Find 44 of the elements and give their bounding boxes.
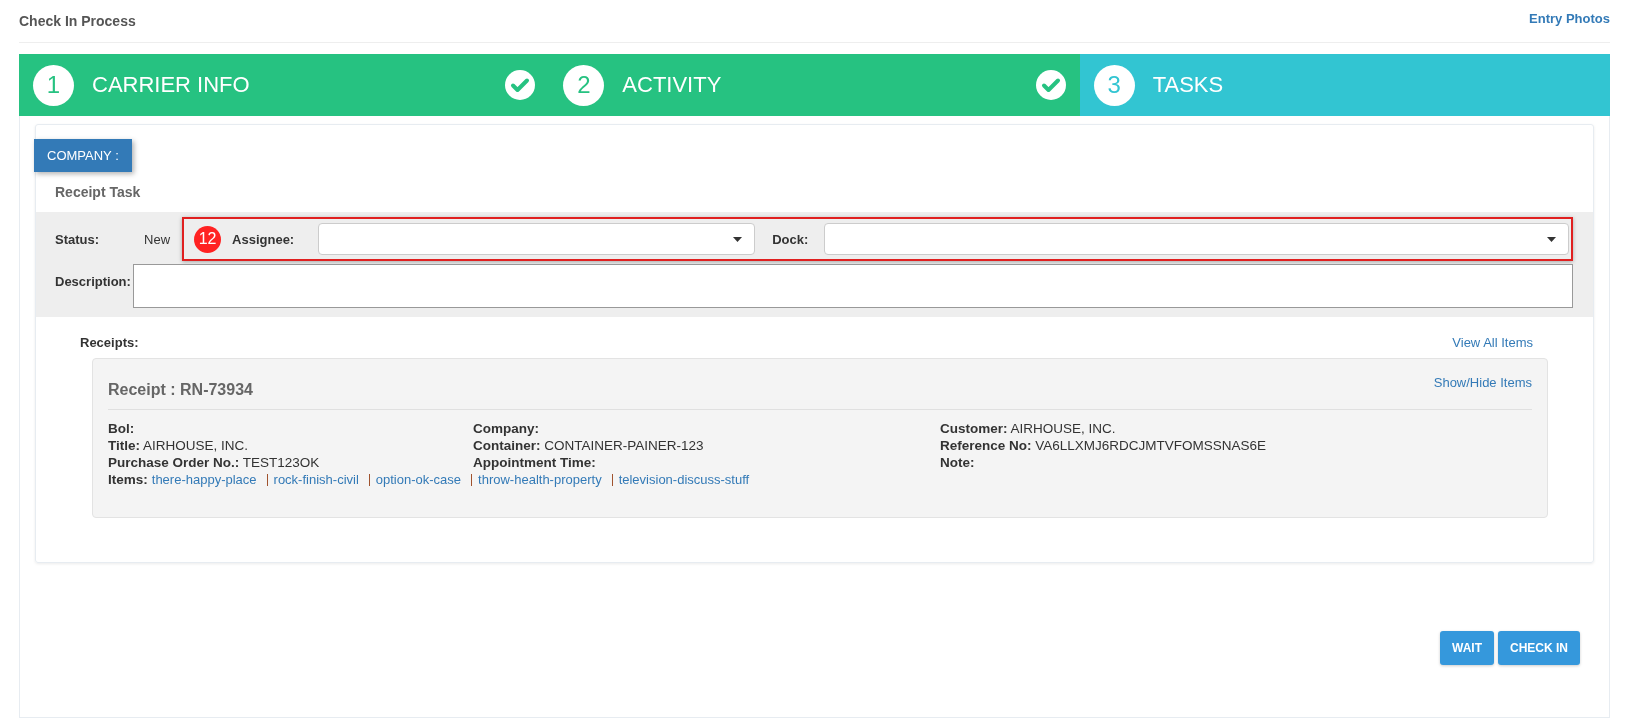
step-label: ACTIVITY [622, 72, 722, 98]
dock-select[interactable] [824, 223, 1569, 255]
assignee-select[interactable] [318, 223, 756, 255]
item-link[interactable]: television-discuss-stuff [618, 472, 750, 487]
status-value: New [144, 231, 172, 247]
receipt-title: Receipt : RN-73934 [108, 381, 253, 399]
task-title: Receipt Task [55, 184, 142, 200]
description-field[interactable] [132, 264, 1573, 308]
items-label: Items: [108, 472, 148, 487]
receipt-field: Purchase Order No.: TEST123OK [108, 455, 473, 470]
receipts-label: Receipts: [80, 335, 139, 350]
status-label: Status: [55, 231, 100, 247]
show-hide-items-link[interactable]: Show/Hide Items [1433, 375, 1532, 390]
caret-icon [1547, 236, 1556, 242]
item-link[interactable]: option-ok-case [375, 472, 462, 487]
receipt-field: Company: [473, 421, 940, 436]
action-button[interactable]: WAIT [1440, 631, 1494, 665]
wizard-step[interactable]: 1 CARRIER INFO [19, 54, 550, 116]
company-tag: COMPANY : [34, 139, 132, 172]
item-link[interactable]: rock-finish-civil [273, 472, 359, 487]
step-number: 1 [33, 64, 74, 106]
caret-icon [733, 236, 743, 242]
step-number: 2 [563, 64, 605, 106]
step-number: 3 [1093, 64, 1135, 106]
receipt-field: Bol: [108, 421, 473, 436]
receipt-field: Note: [940, 455, 1532, 470]
page-title: Check In Process [19, 13, 136, 29]
assignee-label: Assignee: [232, 231, 295, 247]
action-button[interactable]: CHECK IN [1498, 631, 1580, 665]
view-all-items-link[interactable]: View All Items [1452, 335, 1533, 350]
receipt-field: Reference No: VA6LLXMJ6RDCJMTVFOMSSNAS6E [940, 438, 1532, 453]
receipt-field: Container: CONTAINER-PAINER-123 [473, 438, 940, 453]
wizard-step[interactable]: 2 ACTIVITY [549, 54, 1080, 116]
step-label: CARRIER INFO [92, 72, 250, 98]
receipt-field: Title: AIRHOUSE, INC. [108, 438, 473, 453]
entry-photos-link[interactable]: Entry Photos [1529, 10, 1610, 26]
dock-label: Dock: [772, 231, 809, 247]
receipt-field: Appointment Time: [473, 455, 940, 470]
description-label: Description: [55, 274, 131, 289]
receipt-field: Customer: AIRHOUSE, INC. [940, 421, 1532, 436]
step-label: TASKS [1152, 72, 1224, 98]
item-link[interactable]: throw-health-property [478, 472, 602, 487]
item-link[interactable]: there-happy-place [151, 472, 257, 487]
annotation-badge: 12 [194, 225, 222, 253]
